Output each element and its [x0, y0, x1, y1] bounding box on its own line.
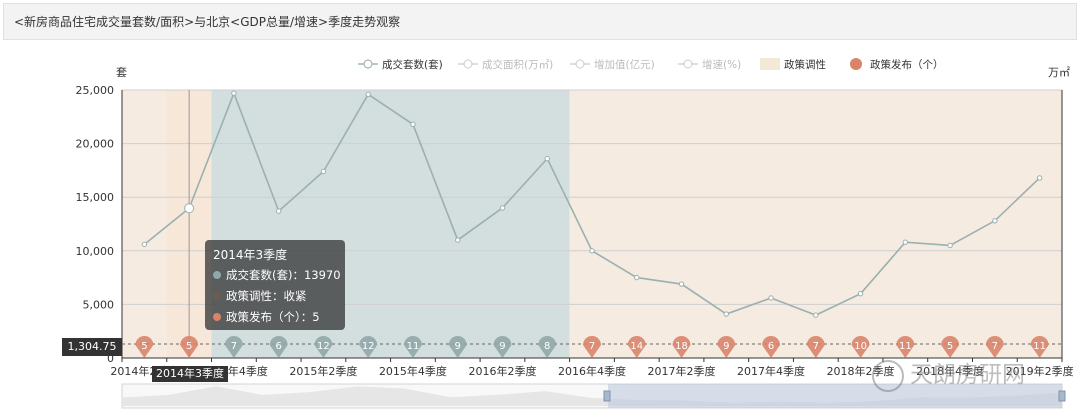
policy-pin-label: 8 [544, 341, 550, 352]
legend-band-icon [760, 58, 780, 70]
legend-circle-icon [363, 59, 373, 69]
tooltip-dot [213, 292, 221, 300]
legend-label: 增速(%) [702, 58, 741, 71]
datazoom-handle-left[interactable] [603, 390, 611, 402]
data-point [410, 121, 416, 128]
policy-pin-label: 11 [407, 341, 420, 352]
policy-pin-label: 18 [675, 341, 688, 352]
legend-item[interactable]: 增速(%) [678, 58, 741, 71]
data-point [184, 203, 195, 214]
y-axis-unit-left: 套 [116, 66, 127, 79]
x-tick-label: 2017年2季度 [648, 364, 716, 378]
data-point [455, 237, 461, 243]
x-tick-label: 2016年2季度 [468, 364, 536, 378]
policy-pin-label: 12 [362, 341, 375, 352]
y-tick-label: 10,000 [76, 245, 115, 258]
watermark-icon [872, 360, 904, 392]
x-tick-label: 2015年2季度 [289, 364, 357, 378]
legend-item[interactable]: 政策调性 [760, 58, 826, 71]
policy-pin-label: 7 [231, 341, 237, 352]
policy-pin-label: 7 [992, 341, 998, 352]
legend-label: 政策发布（个） [870, 58, 944, 71]
x-tick-label: 2015年4季度 [379, 364, 447, 378]
watermark-text: 天朗房研网 [910, 362, 1025, 388]
policy-pin-label: 7 [589, 341, 595, 352]
policy-pin-label: 5 [141, 341, 147, 352]
data-point [678, 281, 685, 287]
legend-circle-icon [575, 59, 585, 69]
policy-pin-label: 6 [275, 341, 281, 352]
y-tick-label: 5,000 [83, 298, 115, 311]
legend-circle-icon [683, 59, 693, 69]
tooltip-row: 政策调性：收紧 [213, 288, 307, 304]
tooltip-row-text: 政策调性：收紧 [226, 289, 307, 303]
data-point [768, 295, 774, 301]
policy-pin-label: 11 [1033, 341, 1046, 352]
policy-pin-label: 5 [186, 341, 192, 352]
axis-pointer-y-label: 1,304.75 [62, 338, 122, 356]
legend-label: 政策调性 [784, 58, 826, 71]
data-point [723, 311, 729, 317]
legend-item[interactable]: 增加值(亿元) [570, 58, 655, 71]
chart-canvas: 05,00010,00015,00020,00025,000套 万㎡2014年2季… [76, 58, 1074, 409]
policy-pin-label: 5 [947, 341, 953, 352]
data-point [320, 168, 327, 175]
tooltip-row-text: 政策发布（个）：5 [226, 310, 320, 324]
y-axis-unit-right: 万㎡ [1048, 66, 1070, 79]
legend-item[interactable]: 政策发布（个） [850, 58, 944, 71]
policy-pin-label: 9 [455, 341, 461, 352]
tooltip-dot [213, 271, 221, 279]
data-point [634, 274, 640, 281]
datazoom-handle-right[interactable] [1058, 390, 1066, 402]
y-tick-label: 25,000 [76, 84, 115, 97]
legend-item[interactable]: 成交面积(万㎡) [458, 58, 553, 71]
data-point [902, 239, 909, 245]
data-point [589, 248, 595, 254]
tooltip: 2014年3季度 成交套数(套)：13970 政策调性：收紧 政策发布（个）：5 [205, 240, 345, 330]
y-tick-label: 20,000 [76, 138, 115, 151]
legend-pin-icon [850, 58, 862, 70]
policy-pin-label: 7 [813, 341, 819, 352]
data-point [499, 205, 506, 211]
y-tick-label: 15,000 [76, 191, 115, 204]
data-point [857, 290, 864, 297]
chart-frame: <新房商品住宅成交量套数/面积>与北京<GDP总量/增速>季度走势观察 0 5,0… [0, 0, 1080, 414]
tooltip-row: 政策发布（个）：5 [213, 309, 320, 325]
tooltip-row-text: 成交套数(套)：13970 [226, 268, 341, 282]
policy-pin-label: 14 [630, 341, 643, 352]
policy-pin-label: 11 [899, 341, 912, 352]
tooltip-dot [213, 313, 221, 321]
x-tick-label: 2017年4季度 [737, 364, 805, 378]
x-tick-label: 2016年4季度 [558, 364, 626, 378]
data-point [231, 90, 237, 96]
legend-label: 成交套数(套) [382, 58, 443, 71]
tooltip-row: 成交套数(套)：13970 [213, 267, 341, 283]
policy-pin-label: 6 [768, 341, 774, 352]
data-point [544, 155, 550, 162]
data-point [992, 218, 998, 224]
axis-pointer-x-label: 2014年3季度 [152, 366, 228, 382]
data-point [947, 242, 953, 249]
policy-pin-label: 9 [723, 341, 729, 352]
policy-pin-label: 10 [854, 341, 867, 352]
data-point [141, 241, 148, 248]
legend-label: 成交面积(万㎡) [482, 58, 553, 71]
policy-pin-label: 9 [499, 341, 505, 352]
legend-item[interactable]: 成交套数(套) [358, 58, 443, 71]
legend-circle-icon [463, 59, 473, 69]
legend-label: 增加值(亿元) [594, 58, 655, 71]
data-point [275, 208, 282, 214]
data-point [365, 91, 371, 97]
data-point [813, 312, 819, 318]
tooltip-title: 2014年3季度 [213, 248, 288, 262]
data-point [1036, 175, 1043, 181]
policy-pin-label: 12 [317, 341, 330, 352]
